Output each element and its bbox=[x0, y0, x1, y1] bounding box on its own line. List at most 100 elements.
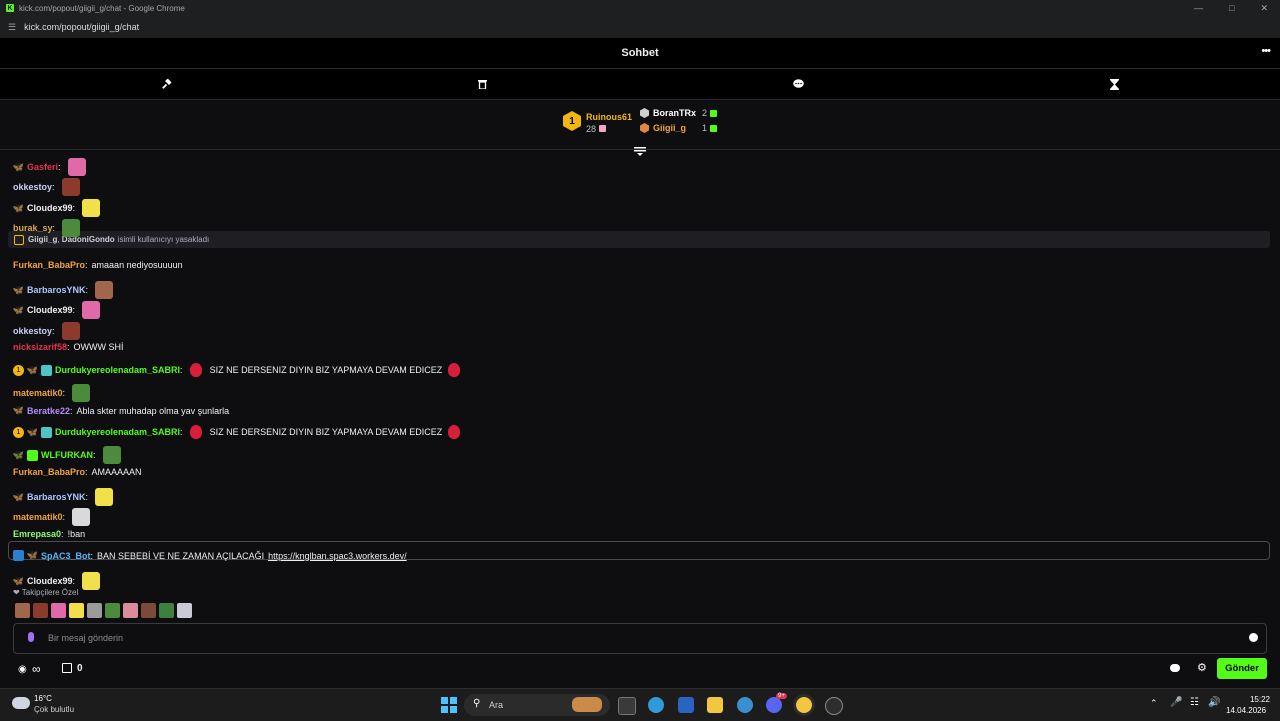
emote-icon[interactable] bbox=[15, 603, 30, 618]
gavel-icon[interactable] bbox=[159, 77, 173, 91]
window-title: kick.com/popout/giigii_g/chat - Google C… bbox=[19, 3, 185, 13]
microphone-icon[interactable] bbox=[28, 632, 34, 642]
chat-username[interactable]: Furkan_BabaPro bbox=[13, 467, 85, 477]
chat-username[interactable]: Durdukyereolenadam_SABRI bbox=[55, 427, 180, 437]
address-bar[interactable]: ☰ kick.com/popout/giigii_g/chat bbox=[0, 16, 1280, 39]
edge-icon[interactable] bbox=[648, 697, 664, 713]
search-placeholder: Ara bbox=[489, 700, 504, 710]
weather-cloud-icon[interactable] bbox=[12, 697, 30, 709]
task-view-icon[interactable] bbox=[618, 697, 636, 715]
butterfly-badge-icon: 🦋 bbox=[26, 364, 39, 375]
discord-icon[interactable] bbox=[766, 697, 782, 713]
chat-username[interactable]: nicksizarif58 bbox=[13, 342, 67, 352]
chat-username[interactable]: BarbarosYNK bbox=[27, 285, 86, 295]
file-explorer-icon[interactable] bbox=[707, 697, 723, 713]
emote-icon[interactable] bbox=[123, 603, 138, 618]
clock-date[interactable]: 14.04.2026 bbox=[1226, 706, 1266, 715]
chat-message: nicksizarif58: OWWW SHİ bbox=[13, 342, 124, 352]
chat-username[interactable]: matematik0 bbox=[13, 388, 63, 398]
chat-username[interactable]: WLFURKAN bbox=[41, 450, 93, 460]
chat-username[interactable]: okkestoy bbox=[13, 326, 52, 336]
kick-favicon-icon: K bbox=[6, 4, 14, 12]
minimize-icon[interactable]: — bbox=[1194, 3, 1203, 14]
chat-username[interactable]: matematik0 bbox=[13, 512, 63, 522]
close-icon[interactable]: ✕ bbox=[1260, 3, 1268, 14]
chat-username[interactable]: Gasferi bbox=[27, 162, 58, 172]
chat-link[interactable]: https://knglban.spac3.workers.dev/ bbox=[268, 551, 407, 561]
more-options-icon[interactable]: ••• bbox=[1261, 45, 1271, 57]
emote-icon[interactable] bbox=[159, 603, 174, 618]
emote-icon bbox=[67, 158, 86, 176]
chat-username[interactable]: Durdukyereolenadam_SABRI bbox=[55, 365, 180, 375]
chat-title: Sohbet bbox=[621, 47, 659, 59]
chat-username[interactable]: Furkan_BabaPro bbox=[13, 260, 85, 270]
settings-gear-icon[interactable]: ⚙ bbox=[1197, 661, 1207, 674]
chat-message: 🦋 Cloudex99: bbox=[13, 301, 101, 319]
emote-icon[interactable] bbox=[141, 603, 156, 618]
clock-time[interactable]: 15:22 bbox=[1240, 695, 1270, 704]
network-app-icon[interactable] bbox=[737, 697, 753, 713]
chat-username[interactable]: SpAC3_Bot bbox=[41, 551, 91, 561]
leaderboard-second-count: 2 bbox=[702, 108, 708, 118]
volume-icon[interactable]: 🔊 bbox=[1208, 697, 1220, 708]
store-app-icon[interactable] bbox=[678, 697, 694, 713]
emote-icon[interactable] bbox=[177, 603, 192, 618]
slow-mode-hourglass-icon[interactable] bbox=[1107, 77, 1121, 91]
emote-icon[interactable] bbox=[33, 603, 48, 618]
store-icon[interactable] bbox=[62, 663, 72, 673]
chat-settings-bubble-icon[interactable] bbox=[1170, 664, 1180, 672]
chat-message-text: amaaan nediyosuuuun bbox=[91, 260, 183, 270]
collapse-leaderboard-icon[interactable] bbox=[634, 143, 646, 156]
chat-message: okkestoy: bbox=[13, 178, 80, 196]
butterfly-badge-icon: 🦋 bbox=[12, 161, 25, 172]
taskbar-search[interactable]: ⚲ Ara bbox=[464, 694, 610, 716]
butterfly-badge-icon: 🦋 bbox=[26, 426, 39, 437]
chat-message: 🦋 Beratke22: Abla skter muhadap olma yav ş… bbox=[12, 405, 230, 416]
chat-username[interactable]: Emrepasa0 bbox=[13, 529, 61, 539]
chat-input-box[interactable]: Bir mesaj gönderin bbox=[13, 623, 1267, 654]
url-text[interactable]: kick.com/popout/giigii_g/chat bbox=[24, 22, 139, 32]
chat-username[interactable]: Cloudex99 bbox=[27, 203, 73, 213]
chat-bubble-icon[interactable] bbox=[791, 77, 805, 91]
emote-icon[interactable] bbox=[105, 603, 120, 618]
butterfly-badge-icon: 🦋 bbox=[12, 284, 25, 295]
emoji-picker-icon[interactable] bbox=[1249, 633, 1258, 642]
chat-username[interactable]: Beratke22 bbox=[27, 406, 70, 416]
trash-icon[interactable] bbox=[475, 77, 489, 91]
chrome-icon[interactable] bbox=[796, 697, 812, 713]
send-button[interactable]: Gönder bbox=[1217, 658, 1267, 679]
leaderboard-second[interactable]: BoranTRx 2 bbox=[640, 108, 718, 118]
message-input[interactable]: Bir mesaj gönderin bbox=[48, 633, 123, 643]
chat-message-text: !ban bbox=[67, 529, 86, 539]
restore-icon[interactable]: □ bbox=[1229, 3, 1234, 14]
mic-tray-icon[interactable]: 🎤 bbox=[1170, 697, 1182, 708]
butterfly-badge-icon: 🦋 bbox=[12, 449, 25, 460]
weather-desc[interactable]: Çok bulutlu bbox=[34, 705, 74, 714]
emote-icon[interactable] bbox=[87, 603, 102, 618]
chat-message: 1 🦋 Durdukyereolenadam_SABRI: SIZ NE DERSEN… bbox=[13, 425, 461, 439]
gift-icon bbox=[710, 124, 718, 132]
steam-icon[interactable] bbox=[825, 697, 843, 715]
emote-icon[interactable] bbox=[69, 603, 84, 618]
emote-icon[interactable] bbox=[51, 603, 66, 618]
subscriber-badge-icon bbox=[41, 364, 52, 376]
emote-icon bbox=[448, 425, 461, 439]
channel-points-icon[interactable]: ◉ bbox=[18, 664, 27, 675]
leaderboard-first[interactable]: 1 Ruinous61 28 bbox=[563, 111, 632, 136]
site-settings-icon[interactable]: ☰ bbox=[8, 22, 16, 33]
wifi-icon[interactable]: ☷ bbox=[1190, 697, 1199, 708]
windows-start-icon[interactable] bbox=[441, 697, 457, 713]
leaderboard-third-name: Giigii_g bbox=[653, 123, 687, 133]
chat-username[interactable]: BarbarosYNK bbox=[27, 492, 86, 502]
weather-temp[interactable]: 16°C bbox=[34, 694, 52, 703]
chat-username[interactable]: Cloudex99 bbox=[27, 305, 73, 315]
chat-username[interactable]: Cloudex99 bbox=[27, 576, 73, 586]
chat-header: Sohbet ••• bbox=[0, 38, 1280, 69]
discord-badge: 9+ bbox=[776, 693, 787, 699]
tray-chevron-icon[interactable]: ⌃ bbox=[1150, 698, 1158, 709]
chat-username[interactable]: burak_sy bbox=[13, 223, 53, 233]
chat-message: matematik0: bbox=[13, 384, 91, 402]
mod-notice-text: isimli kullanıcıyı yasakladı bbox=[117, 235, 210, 244]
chat-username[interactable]: okkestoy bbox=[13, 182, 52, 192]
leaderboard-third[interactable]: Giigii_g 1 bbox=[640, 123, 718, 133]
